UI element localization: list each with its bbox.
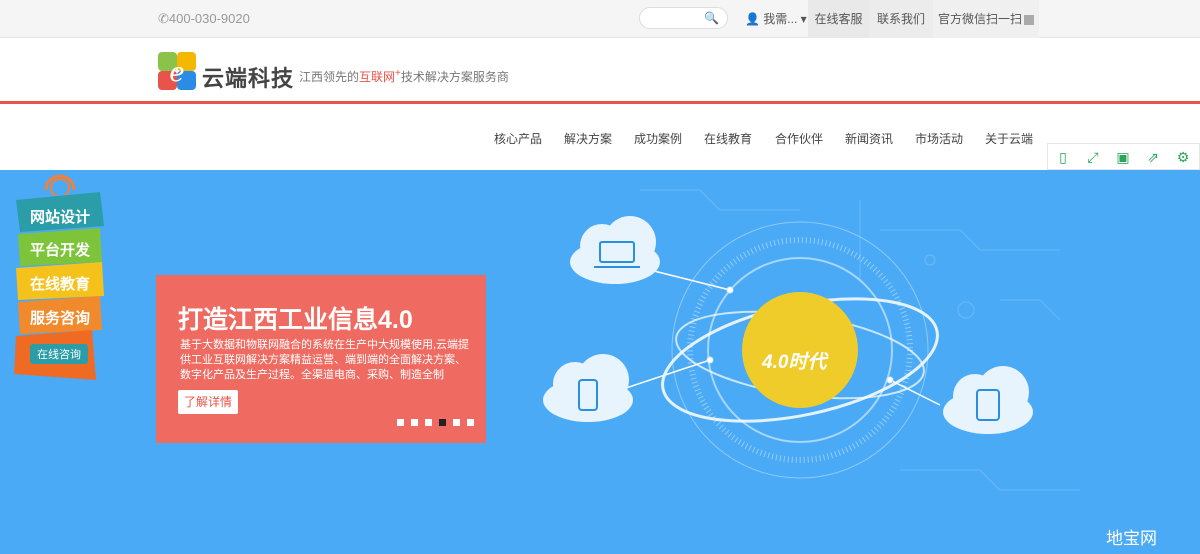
slide-dot[interactable] bbox=[425, 419, 432, 426]
headset-icon bbox=[44, 174, 76, 198]
promo-title: 打造江西工业信息4.0 bbox=[178, 306, 413, 334]
logo-header: e 云端科技 江西领先的互联网+技术解决方案服务商 bbox=[0, 38, 1200, 104]
slogan-highlight: 互联网 bbox=[359, 70, 396, 84]
site-watermark: 地宝网 bbox=[1106, 529, 1157, 548]
nav-item-events[interactable]: 市场活动 bbox=[915, 130, 963, 147]
slogan-post: 技术解决方案服务商 bbox=[400, 70, 509, 84]
nav-item-solutions[interactable]: 解决方案 bbox=[564, 130, 612, 147]
share-icon[interactable]: ⇗ bbox=[1138, 144, 1168, 171]
slide-dot[interactable] bbox=[411, 419, 418, 426]
main-nav: 核心产品 解决方案 成功案例 在线教育 合作伙伴 新闻资讯 市场活动 关于云端 bbox=[0, 107, 1200, 169]
learn-more-button[interactable]: 了解详情 bbox=[178, 390, 238, 414]
logo-icon[interactable]: e bbox=[158, 52, 196, 90]
hotline-phone: ✆400-030-9020 bbox=[158, 11, 250, 26]
nav-item-about[interactable]: 关于云端 bbox=[985, 130, 1033, 147]
slide-dot[interactable] bbox=[467, 419, 474, 426]
era-badge: 4.0时代 bbox=[762, 352, 827, 373]
top-bar: ✆400-030-9020 🔍 👤 我需... ▾ 在线客服 联系我们 官方微信… bbox=[0, 0, 1200, 38]
promo-card: 打造江西工业信息4.0 基于大数据和物联网融合的系统在生产中大规模使用,云端提供… bbox=[156, 275, 486, 443]
contact-us-link[interactable]: 联系我们 bbox=[869, 0, 933, 38]
side-item-consulting[interactable]: 服务咨询 bbox=[30, 309, 90, 327]
wechat-label: 官方微信扫一扫 bbox=[937, 12, 1022, 26]
nav-item-partners[interactable]: 合作伙伴 bbox=[775, 130, 823, 147]
need-label: 我需... bbox=[763, 12, 798, 26]
nav-item-education[interactable]: 在线教育 bbox=[704, 130, 752, 147]
fullscreen-icon[interactable]: ⤢ bbox=[1078, 144, 1108, 171]
slide-dot[interactable] bbox=[453, 419, 460, 426]
mobile-view-icon[interactable]: ▯ bbox=[1048, 144, 1078, 171]
side-item-platform[interactable]: 平台开发 bbox=[30, 241, 91, 259]
slogan-pre: 江西领先的 bbox=[299, 70, 360, 84]
search-input[interactable]: 🔍 bbox=[639, 7, 728, 29]
search-icon[interactable]: 🔍 bbox=[704, 11, 719, 25]
user-icon: 👤 bbox=[745, 12, 760, 26]
settings-gear-icon[interactable]: ⚙ bbox=[1168, 144, 1198, 171]
promo-description: 基于大数据和物联网融合的系统在生产中大规模使用,云端提供工业互联网解决方案精益运… bbox=[180, 339, 470, 381]
side-item-web-design[interactable]: 网站设计 bbox=[30, 208, 90, 226]
need-dropdown[interactable]: 👤 我需... ▾ bbox=[745, 0, 807, 38]
page-toolbox: ▯ ⤢ ▣ ⇗ ⚙ bbox=[1047, 143, 1200, 170]
slide-indicators bbox=[397, 419, 474, 426]
save-icon[interactable]: ▣ bbox=[1108, 144, 1138, 171]
brand-name: 云端科技 bbox=[202, 66, 295, 91]
slide-dot[interactable] bbox=[439, 419, 446, 426]
online-service-link[interactable]: 在线客服 bbox=[808, 0, 869, 38]
hero-banner: 4.0时代 打造江西工业信息4.0 基于大数据和物联网融合的系统在生产中大规模使… bbox=[0, 170, 1200, 554]
slide-dot[interactable] bbox=[397, 419, 404, 426]
nav-item-products[interactable]: 核心产品 bbox=[494, 130, 542, 147]
caret-down-icon: ▾ bbox=[800, 12, 807, 26]
brand-slogan: 江西领先的互联网+技术解决方案服务商 bbox=[299, 68, 509, 85]
nav-item-cases[interactable]: 成功案例 bbox=[634, 130, 682, 147]
side-item-education[interactable]: 在线教育 bbox=[30, 275, 90, 293]
svg-text:e: e bbox=[169, 58, 184, 88]
online-consult-button[interactable]: 在线咨询 bbox=[37, 347, 81, 361]
nav-item-news[interactable]: 新闻资讯 bbox=[845, 130, 893, 147]
wechat-scan-link[interactable]: 官方微信扫一扫 bbox=[933, 0, 1039, 38]
side-float-menu: 网站设计 平台开发 在线教育 服务咨询 在线咨询 bbox=[14, 174, 104, 380]
qr-code-icon bbox=[1024, 14, 1034, 25]
